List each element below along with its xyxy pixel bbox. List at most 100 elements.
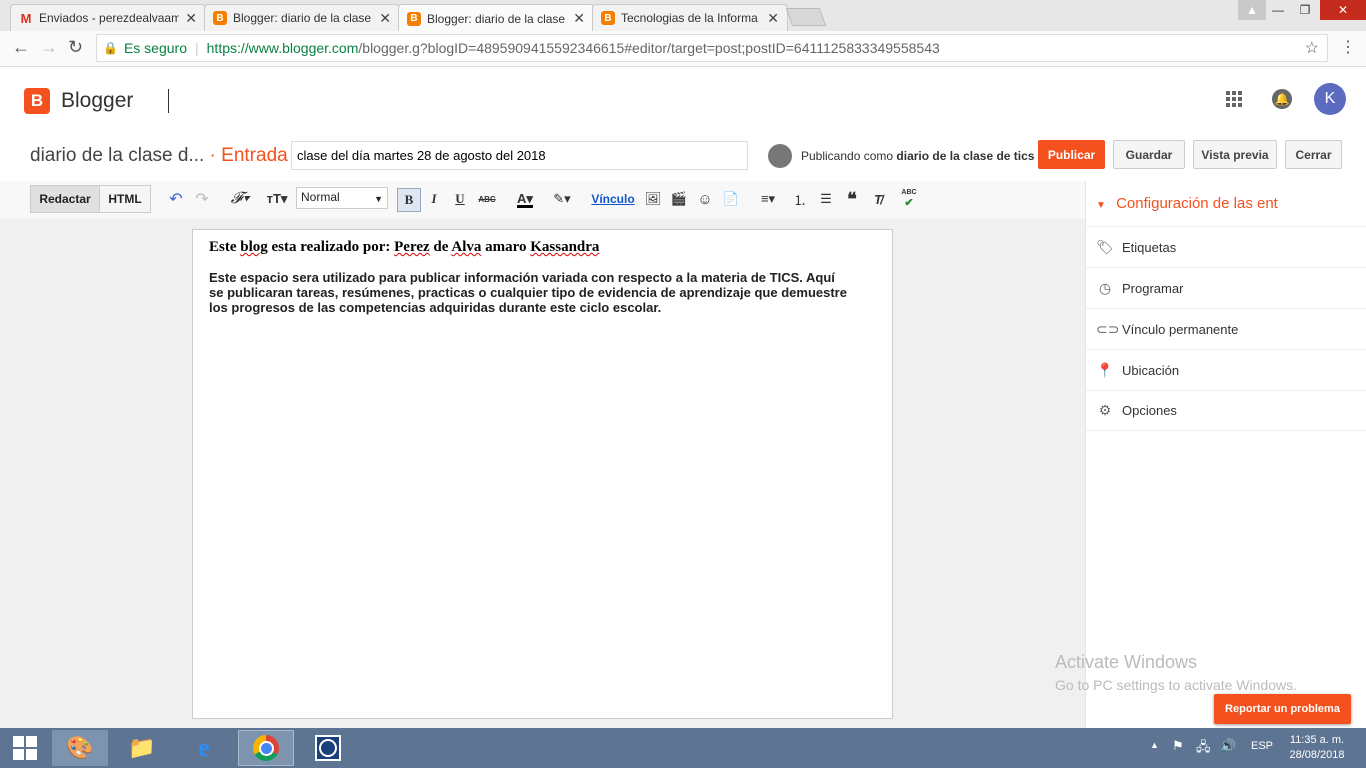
post-settings-header[interactable]: ▼ Configuración de las ent [1096,195,1278,212]
browser-tab-tecnologias[interactable]: B Tecnologias de la Informa ✕ [592,4,788,31]
heading-text: esta realizado por: [271,239,391,255]
caret-down-icon: ▼ [1096,200,1106,211]
post-settings-title: Configuración de las ent [1116,195,1278,212]
html-mode-tab[interactable]: HTML [100,186,150,212]
sidebar-item-schedule[interactable]: ◷ Programar [1086,267,1366,308]
address-bar-row: ← → ↻ 🔒 Es seguro | https://www.blogger.… [0,31,1366,67]
close-icon[interactable]: ✕ [767,10,779,27]
publish-button[interactable]: Publicar [1038,140,1105,169]
blog-name[interactable]: diario de la clase d... [30,145,204,166]
location-pin-icon: 📍 [1096,361,1114,378]
post-title-input[interactable]: clase del día martes 28 de agosto del 20… [291,141,748,170]
redo-icon[interactable]: ↷ [194,189,210,209]
avatar[interactable]: K [1314,83,1346,115]
blogger-icon: B [407,11,421,26]
gmail-icon: M [20,10,32,26]
activate-windows-title: Activate Windows [1055,652,1198,672]
font-family-icon[interactable]: 𝓕▾ [225,189,255,209]
forward-arrow-icon[interactable]: → [40,37,58,58]
restore-icon[interactable]: ❐ [1291,0,1319,20]
strikethrough-button[interactable]: ABC [477,189,497,209]
browser-tab-strip: M Enviados - perezdealvaam ✕ B Blogger: … [0,0,1366,32]
text-color-icon[interactable]: A▾ [510,189,540,209]
compose-mode-tab[interactable]: Redactar [31,186,100,212]
sidebar-item-location[interactable]: 📍 Ubicación [1086,349,1366,390]
new-tab-button[interactable] [785,8,827,26]
sidebar-item-options[interactable]: ⚙ Opciones [1086,390,1366,431]
underline-button[interactable]: U [452,189,468,209]
paragraph-line: Este espacio sera utilizado para publica… [209,270,835,285]
italic-button[interactable]: I [426,189,442,209]
clear-formatting-icon[interactable]: T̸ [869,189,887,209]
post-settings-panel: ▼ Configuración de las ent 🏷 Etiquetas ◷… [1085,181,1366,728]
reload-icon[interactable]: ↻ [68,37,83,58]
align-icon[interactable]: ≡▾ [752,189,784,209]
save-button[interactable]: Guardar [1113,140,1185,169]
blogger-logo-icon[interactable]: B [24,88,50,114]
sidebar-item-label: Vínculo permanente [1122,321,1239,337]
browser-tab-gmail[interactable]: M Enviados - perezdealvaam ✕ [10,4,206,31]
internet-explorer-icon[interactable]: e [176,730,232,766]
spell-check-icon[interactable]: ABC ✔ [899,189,919,209]
numbered-list-icon[interactable]: ⒈ [791,189,809,209]
heading-text: Perez [394,239,430,255]
chrome-icon[interactable] [238,730,294,766]
highlight-color-icon[interactable]: ✎▾ [548,189,576,209]
back-arrow-icon[interactable]: ← [12,37,30,58]
show-hidden-icons-icon[interactable]: ▲ [1150,740,1159,750]
undo-icon[interactable]: ↶ [168,189,184,209]
apps-grid-icon[interactable] [1226,91,1242,107]
paint-app-icon[interactable]: 🎨 [52,730,108,766]
flag-icon[interactable]: ⚑ [1172,738,1184,754]
post-heading: Este blog esta realizado por: Perez de A… [209,239,876,256]
close-icon[interactable]: ✕ [573,10,585,27]
file-explorer-icon[interactable]: 📁 [114,730,170,766]
insert-video-icon[interactable]: 🎬 [669,189,689,209]
clock-time: 11:35 a. m. [1289,734,1345,746]
post-body-editor[interactable]: Este blog esta realizado por: Perez de A… [192,229,893,719]
bold-button[interactable]: B [397,188,421,212]
bulleted-list-icon[interactable]: ☰ [817,189,835,209]
close-icon[interactable]: ✕ [379,10,391,27]
browser-tab-blogger-active[interactable]: B Blogger: diario de la clase ✕ [398,4,594,32]
url-path: /blogger.g?blogID=4895909415592346615#ed… [358,40,940,56]
heading-text: blog [240,239,268,255]
close-button[interactable]: Cerrar [1285,140,1342,169]
input-language[interactable]: ESP [1251,740,1273,752]
bookmark-star-icon[interactable]: ☆ [1305,38,1319,58]
editor-area: Este blog esta realizado por: Perez de A… [0,219,1085,728]
font-size-icon[interactable]: тT▾ [262,189,292,209]
preview-button[interactable]: Vista previa [1193,140,1277,169]
url-divider: | [195,40,199,56]
format-select[interactable]: Normal ▼ [296,187,388,209]
window-close-icon[interactable]: ✕ [1320,0,1366,20]
insert-emoji-icon[interactable]: ☺ [695,189,715,209]
menu-dots-icon[interactable]: ⋮ [1340,37,1356,57]
notifications-bell-icon[interactable]: 🔔 [1272,89,1292,109]
windows-start-icon[interactable] [0,730,50,766]
report-problem-button[interactable]: Reportar un problema [1214,694,1351,724]
minimize-icon[interactable]: — [1264,0,1292,20]
user-icon[interactable]: ▲ [1238,0,1266,20]
title-separator: · [209,145,216,166]
sidebar-item-label: Opciones [1122,403,1177,418]
gear-icon: ⚙ [1098,402,1112,418]
close-icon[interactable]: ✕ [185,10,197,27]
url-field[interactable]: 🔒 Es seguro | https://www.blogger.com /b… [96,34,1328,62]
network-icon[interactable]: 🖧 [1196,738,1211,760]
insert-image-icon[interactable]: 🖼 [643,189,663,209]
browser-tab-blogger-1[interactable]: B Blogger: diario de la clase ✕ [204,4,400,31]
app-circle-icon[interactable] [300,730,356,766]
sidebar-item-permalink[interactable]: ⊂⊃ Vínculo permanente [1086,308,1366,349]
link-icon: ⊂⊃ [1096,320,1120,337]
blogger-icon: B [601,11,615,25]
volume-icon[interactable]: 🔊 [1220,738,1236,754]
system-clock[interactable]: 11:35 a. m. 28/08/2018 [1285,733,1349,763]
quote-icon[interactable]: ❝ [843,189,861,209]
sidebar-item-labels[interactable]: 🏷 Etiquetas [1086,226,1366,267]
heading-text: de [433,239,449,255]
windows-taskbar: 🎨 📁 e ▲ ⚑ 🖧 🔊 ESP 11:35 a. m. 28/08/2018 [0,728,1366,768]
insert-jump-break-icon[interactable]: 📄 [721,189,741,209]
blogger-brand[interactable]: Blogger [61,89,133,113]
link-button[interactable]: Vínculo [590,189,636,209]
